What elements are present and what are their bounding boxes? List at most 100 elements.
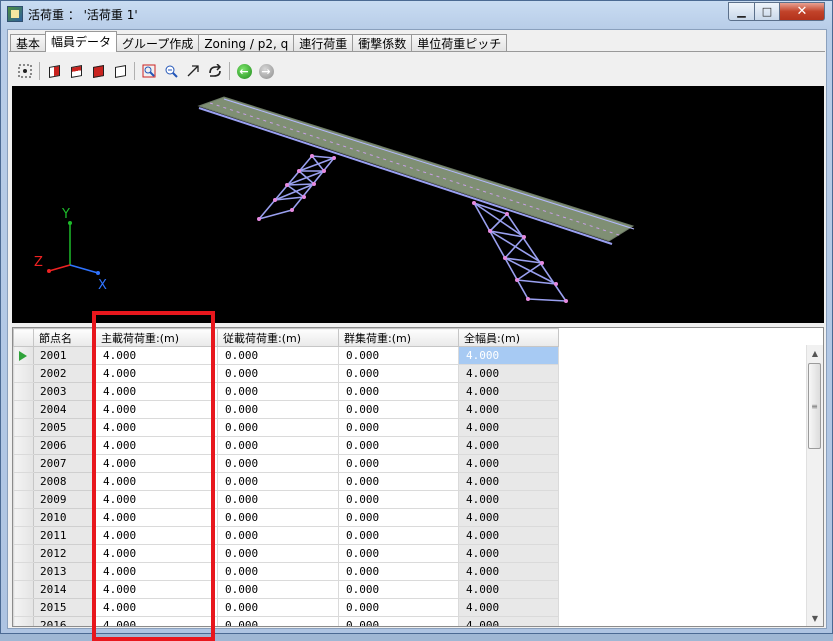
tab-unit-load-pitch[interactable]: 単位荷重ピッチ: [411, 34, 508, 52]
table-row[interactable]: 2011 4.000 0.000 0.000 4.000: [13, 526, 559, 545]
table-row[interactable]: 2007 4.000 0.000 0.000 4.000: [13, 454, 559, 473]
cell-crowd-load[interactable]: 0.000: [338, 490, 459, 509]
cell-crowd-load[interactable]: 0.000: [338, 562, 459, 581]
cell-crowd-load[interactable]: 0.000: [338, 454, 459, 473]
cell-main-load[interactable]: 4.000: [95, 364, 218, 383]
cell-total-width[interactable]: 4.000: [458, 418, 559, 437]
row-selector[interactable]: [13, 400, 34, 419]
cell-sub-load[interactable]: 0.000: [217, 436, 339, 455]
table-row[interactable]: 2003 4.000 0.000 0.000 4.000: [13, 382, 559, 401]
cell-crowd-load[interactable]: 0.000: [338, 436, 459, 455]
cell-main-load[interactable]: 4.000: [95, 436, 218, 455]
cell-total-width[interactable]: 4.000: [458, 544, 559, 563]
cell-sub-load[interactable]: 0.000: [217, 346, 339, 365]
title-bar[interactable]: 活荷重 ： '活荷重 1' ▁ □ ✕: [1, 1, 832, 28]
tab-zoning[interactable]: Zoning / p2, q: [198, 34, 295, 52]
cell-sub-load[interactable]: 0.000: [217, 454, 339, 473]
cube-iso-icon[interactable]: [109, 60, 131, 82]
cell-sub-load[interactable]: 0.000: [217, 508, 339, 527]
cell-crowd-load[interactable]: 0.000: [338, 364, 459, 383]
column-header-node[interactable]: 節点名: [33, 328, 96, 347]
cell-crowd-load[interactable]: 0.000: [338, 616, 459, 626]
cell-sub-load[interactable]: 0.000: [217, 418, 339, 437]
table-row[interactable]: 2004 4.000 0.000 0.000 4.000: [13, 400, 559, 419]
cell-total-width[interactable]: 4.000: [458, 436, 559, 455]
column-header-total-width[interactable]: 全幅員:(m): [458, 328, 559, 347]
cell-total-width[interactable]: 4.000: [458, 580, 559, 599]
cell-sub-load[interactable]: 0.000: [217, 490, 339, 509]
row-selector[interactable]: [13, 526, 34, 545]
cell-total-width[interactable]: 4.000: [458, 526, 559, 545]
row-selector[interactable]: [13, 562, 34, 581]
cell-main-load[interactable]: 4.000: [95, 544, 218, 563]
maximize-button[interactable]: □: [754, 2, 780, 21]
table-row[interactable]: 2008 4.000 0.000 0.000 4.000: [13, 472, 559, 491]
row-selector[interactable]: [13, 454, 34, 473]
tab-group[interactable]: グループ作成: [116, 34, 200, 52]
cell-crowd-load[interactable]: 0.000: [338, 400, 459, 419]
tab-impact[interactable]: 衝撃係数: [352, 34, 413, 52]
cell-main-load[interactable]: 4.000: [95, 382, 218, 401]
cell-sub-load[interactable]: 0.000: [217, 598, 339, 617]
cell-crowd-load[interactable]: 0.000: [338, 508, 459, 527]
cell-crowd-load[interactable]: 0.000: [338, 598, 459, 617]
table-row[interactable]: 2006 4.000 0.000 0.000 4.000: [13, 436, 559, 455]
cell-main-load[interactable]: 4.000: [95, 526, 218, 545]
tab-width-data[interactable]: 幅員データ: [45, 31, 118, 52]
cell-sub-load[interactable]: 0.000: [217, 400, 339, 419]
cell-main-load[interactable]: 4.000: [95, 454, 218, 473]
column-header-sub-load[interactable]: 従載荷荷重:(m): [217, 328, 339, 347]
row-selector[interactable]: [13, 346, 34, 365]
cell-sub-load[interactable]: 0.000: [217, 382, 339, 401]
table-row[interactable]: 2010 4.000 0.000 0.000 4.000: [13, 508, 559, 527]
cell-main-load[interactable]: 4.000: [95, 580, 218, 599]
row-selector[interactable]: [13, 598, 34, 617]
cube-top-icon[interactable]: [65, 60, 87, 82]
cell-crowd-load[interactable]: 0.000: [338, 580, 459, 599]
cell-crowd-load[interactable]: 0.000: [338, 346, 459, 365]
zoom-window-icon[interactable]: [138, 60, 160, 82]
cell-main-load[interactable]: 4.000: [95, 472, 218, 491]
cell-total-width[interactable]: 4.000: [458, 472, 559, 491]
cell-sub-load[interactable]: 0.000: [217, 580, 339, 599]
vertical-scrollbar[interactable]: ▲ ≡ ▼: [806, 345, 823, 626]
table-row[interactable]: 2001 4.000 0.000 0.000 4.000: [13, 346, 559, 365]
column-header-crowd-load[interactable]: 群集荷重:(m): [338, 328, 459, 347]
column-header-main-load[interactable]: 主載荷荷重:(m): [95, 328, 218, 347]
cell-total-width[interactable]: 4.000: [458, 562, 559, 581]
scroll-up-icon[interactable]: ▲: [807, 345, 823, 361]
table-row[interactable]: 2005 4.000 0.000 0.000 4.000: [13, 418, 559, 437]
scroll-thumb[interactable]: ≡: [808, 363, 821, 449]
tab-train-load[interactable]: 連行荷重: [293, 34, 354, 52]
back-icon[interactable]: ←: [233, 60, 255, 82]
row-selector[interactable]: [13, 544, 34, 563]
cell-sub-load[interactable]: 0.000: [217, 544, 339, 563]
scroll-down-icon[interactable]: ▼: [807, 610, 823, 626]
cell-crowd-load[interactable]: 0.000: [338, 382, 459, 401]
table-row[interactable]: 2013 4.000 0.000 0.000 4.000: [13, 562, 559, 581]
cell-main-load[interactable]: 4.000: [95, 508, 218, 527]
cell-crowd-load[interactable]: 0.000: [338, 472, 459, 491]
fit-view-icon[interactable]: [14, 60, 36, 82]
cell-crowd-load[interactable]: 0.000: [338, 526, 459, 545]
cell-total-width[interactable]: 4.000: [458, 382, 559, 401]
cell-sub-load[interactable]: 0.000: [217, 526, 339, 545]
cell-total-width[interactable]: 4.000: [458, 346, 559, 365]
minimize-button[interactable]: ▁: [728, 2, 755, 21]
row-selector[interactable]: [13, 436, 34, 455]
cell-main-load[interactable]: 4.000: [95, 490, 218, 509]
cell-total-width[interactable]: 4.000: [458, 598, 559, 617]
cell-sub-load[interactable]: 0.000: [217, 472, 339, 491]
row-selector[interactable]: [13, 508, 34, 527]
cell-total-width[interactable]: 4.000: [458, 364, 559, 383]
table-row[interactable]: 2009 4.000 0.000 0.000 4.000: [13, 490, 559, 509]
table-row[interactable]: 2015 4.000 0.000 0.000 4.000: [13, 598, 559, 617]
cell-main-load[interactable]: 4.000: [95, 400, 218, 419]
row-selector[interactable]: [13, 364, 34, 383]
cube-front-icon[interactable]: [43, 60, 65, 82]
close-button[interactable]: ✕: [779, 2, 825, 21]
cell-total-width[interactable]: 4.000: [458, 616, 559, 626]
cell-sub-load[interactable]: 0.000: [217, 562, 339, 581]
row-selector[interactable]: [13, 616, 34, 626]
tab-basic[interactable]: 基本: [10, 34, 47, 52]
